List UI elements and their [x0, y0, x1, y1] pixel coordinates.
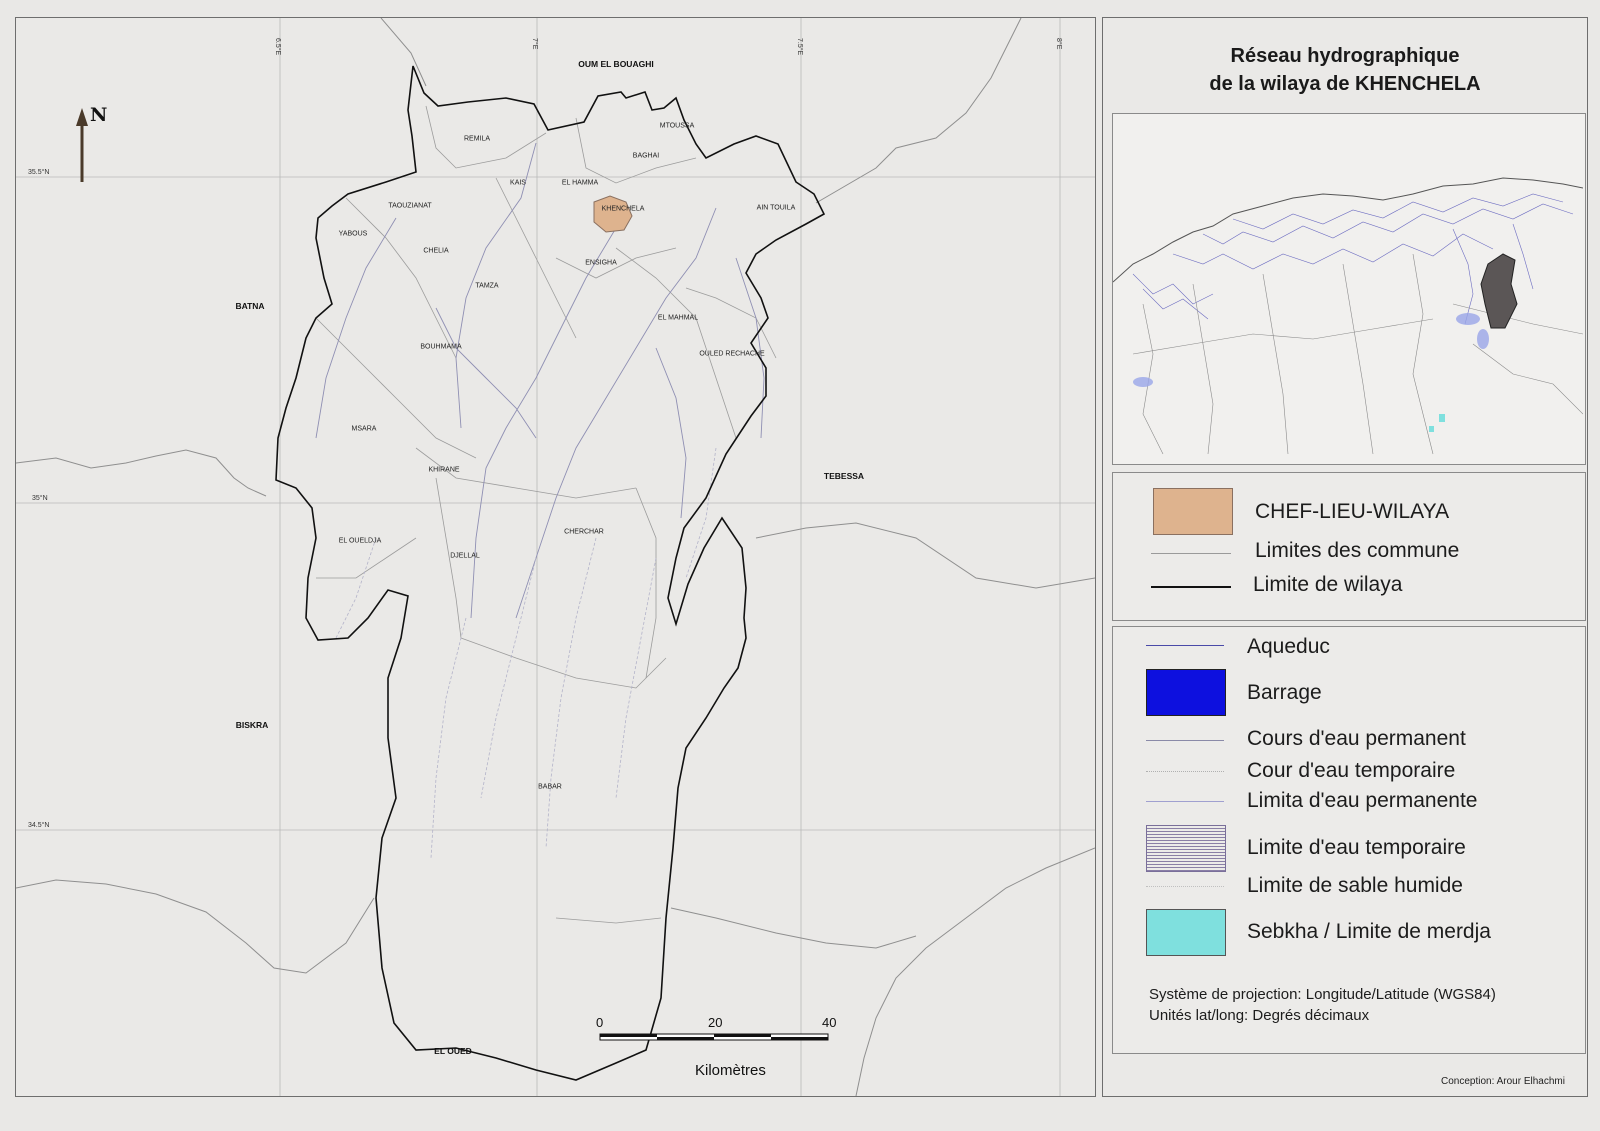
- scale-unit: Kilomètres: [695, 1062, 766, 1079]
- legend-swatch-wet-sand-limit: [1146, 886, 1224, 887]
- legend-label: Aqueduc: [1247, 635, 1330, 658]
- commune-label: REMILA: [463, 135, 491, 143]
- legend-swatch-permanent-water-limit: [1146, 801, 1224, 802]
- grid-lon-label: 8°E: [1055, 38, 1062, 50]
- legend-label: Limita d'eau permanente: [1247, 789, 1478, 812]
- units-note: Unités lat/long: Degrés décimaux: [1149, 1007, 1370, 1024]
- wilaya-boundary: [275, 65, 826, 1081]
- scale-tick: 40: [822, 1015, 837, 1030]
- legend-swatch-chef-lieu: [1153, 488, 1233, 535]
- title-line-2: de la wilaya de KHENCHELA: [1209, 73, 1481, 95]
- inset-khenchela-highlight: [1480, 253, 1518, 329]
- legend-swatch-temporary-river: [1146, 771, 1224, 772]
- neighbor-label: BATNA: [235, 301, 265, 311]
- grid-lon-label: 7°E: [531, 38, 538, 50]
- commune-label: YABOUS: [338, 230, 368, 238]
- legend-label: Cours d'eau permanent: [1247, 727, 1466, 750]
- scale-tick: 0: [596, 1015, 604, 1030]
- side-panel: Réseau hydrographique de la wilaya de KH…: [1102, 17, 1588, 1097]
- legend-label: Limites des commune: [1255, 539, 1460, 562]
- title-line-1: Réseau hydrographique: [1230, 45, 1460, 67]
- commune-label: BAGHAI: [632, 152, 660, 160]
- legend-label: Barrage: [1247, 681, 1322, 704]
- legend-label: Limite de wilaya: [1253, 573, 1403, 596]
- commune-label: KHENCHELA: [601, 205, 645, 213]
- grid-lon-label: 7.5°E: [796, 38, 803, 56]
- commune-label: DJELLAL: [450, 552, 480, 560]
- commune-label: BOUHMAMA: [420, 343, 462, 351]
- grid-lat-label: 34.5°N: [28, 822, 50, 829]
- neighbor-label: EL OUED: [434, 1046, 472, 1056]
- inset-map-canvas: [1112, 177, 1584, 455]
- legend-label: Cour d'eau temporaire: [1247, 759, 1456, 782]
- legend-swatch-aqueduc: [1146, 645, 1224, 646]
- commune-label: EL HAMMA: [561, 179, 599, 187]
- commune-label: AIN TOUILA: [756, 204, 796, 212]
- commune-label: BABAR: [538, 783, 562, 791]
- commune-label: KAIS: [510, 179, 526, 187]
- legend-swatch-permanent-river: [1146, 740, 1224, 741]
- map-title: Réseau hydrographique de la wilaya de KH…: [1103, 42, 1587, 98]
- legend-label: Limite d'eau temporaire: [1247, 836, 1466, 859]
- grid-lon-label: 6.5°E: [274, 38, 281, 56]
- grid-lat-label: 35.5°N: [28, 169, 50, 176]
- commune-limits: [315, 105, 777, 924]
- legend-swatch-sebkha: [1146, 909, 1226, 956]
- legend-swatch-temporary-water-limit: [1146, 825, 1226, 872]
- commune-label: EL OUELDJA: [338, 537, 382, 545]
- commune-label: CHELIA: [423, 247, 449, 255]
- legend-label: Limite de sable humide: [1247, 874, 1463, 897]
- neighbor-boundaries: [16, 18, 1095, 1096]
- chef-lieu-khenchela: [593, 195, 633, 233]
- credit-note: Conception: Arour Elhachmi: [1441, 1076, 1565, 1087]
- commune-label: MTOUSSA: [659, 122, 695, 130]
- north-arrow-icon: [76, 108, 88, 182]
- commune-label: MSARA: [351, 425, 377, 433]
- rivers-temporary: [335, 447, 717, 859]
- legend-swatch-barrage: [1146, 669, 1226, 716]
- neighbor-label: TEBESSA: [823, 471, 865, 481]
- scale-bar: [599, 1033, 829, 1041]
- neighbor-label: BISKRA: [235, 720, 269, 730]
- legend-label: CHEF-LIEU-WILAYA: [1255, 500, 1450, 523]
- legend-label: Sebkha / Limite de merdja: [1247, 920, 1491, 943]
- legend-boundaries: CHEF-LIEU-WILAYA Limites des commune Lim…: [1112, 472, 1586, 621]
- main-map-frame: 6.5°E 7°E 7.5°E 8°E 35.5°N 35°N 34.5°N N…: [15, 17, 1096, 1097]
- legend-swatch-wilaya-limit: [1151, 586, 1231, 588]
- grid-lat-label: 35°N: [32, 495, 48, 502]
- neighbor-label: OUM EL BOUAGHI: [578, 59, 654, 69]
- main-map-canvas: [16, 18, 1095, 1096]
- commune-label: TAMZA: [475, 282, 499, 290]
- north-label: N: [90, 104, 108, 126]
- graticule: [16, 18, 1095, 1096]
- commune-label: OULED RECHACHE: [699, 350, 765, 358]
- inset-map: [1112, 113, 1586, 465]
- commune-label: TAOUZIANAT: [388, 202, 432, 210]
- legend-swatch-commune-limit: [1151, 553, 1231, 554]
- commune-label: EL MAHMAL: [657, 314, 699, 322]
- commune-label: CHERCHAR: [564, 528, 604, 536]
- commune-label: KHIRANE: [428, 466, 460, 474]
- projection-note: Système de projection: Longitude/Latitud…: [1149, 986, 1496, 1003]
- commune-label: ENSIGHA: [585, 259, 617, 267]
- scale-tick: 20: [708, 1015, 723, 1030]
